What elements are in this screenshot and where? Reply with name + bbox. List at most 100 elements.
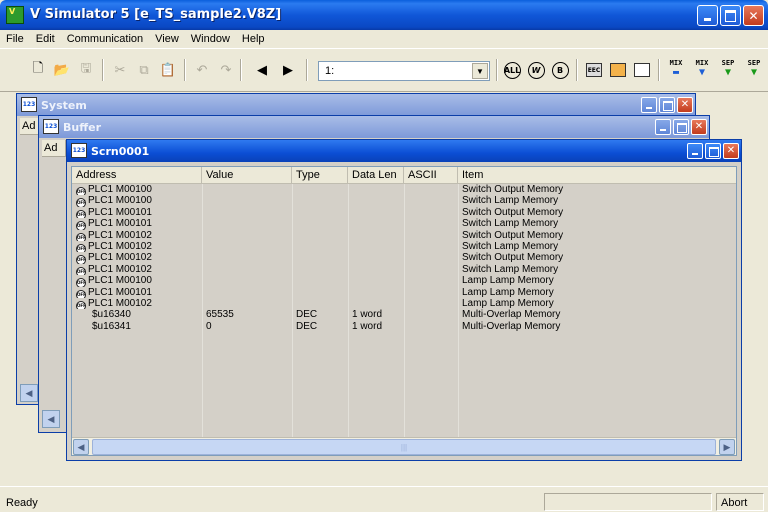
address-text: PLC1 M00102	[88, 263, 152, 275]
bit-off-icon: OFF	[76, 278, 86, 287]
cell-len	[348, 275, 404, 286]
cell-address: OFF PLC1 M00100	[72, 195, 202, 207]
previous-screen-icon[interactable]: ◀	[252, 60, 272, 80]
column-header-address[interactable]: Address	[72, 167, 202, 184]
menu-file[interactable]: File	[0, 30, 30, 48]
screen-select[interactable]: 1: ▼	[318, 61, 490, 81]
column-header-type[interactable]: Type	[292, 167, 348, 184]
table-row[interactable]: OFF PLC1 M00101 Lamp Lamp Memory	[72, 287, 736, 298]
scroll-left-icon[interactable]: ◀	[73, 439, 89, 455]
cell-address: OFF PLC1 M00102	[72, 241, 202, 253]
table-row[interactable]: OFF PLC1 M00100 Switch Output Memory	[72, 184, 736, 196]
cell-len	[348, 207, 404, 218]
menu-communication[interactable]: Communication	[61, 30, 149, 48]
maximize-button[interactable]	[720, 5, 741, 26]
list-header: Address Value Type Data Len ASCII Item	[72, 167, 736, 184]
scroll-right-icon[interactable]: ▶	[719, 439, 735, 455]
minimize-button[interactable]	[687, 143, 703, 159]
cell-ascii	[404, 195, 458, 206]
bit-off-icon: OFF	[76, 209, 86, 219]
table-row[interactable]: OFF PLC1 M00102 Switch Lamp Memory	[72, 240, 736, 253]
address-column-header[interactable]: Ad	[42, 140, 66, 157]
scroll-left-icon[interactable]: ◀	[20, 384, 38, 402]
cell-address: OFF PLC1 M00101	[72, 207, 202, 219]
restore-button[interactable]	[659, 97, 675, 113]
cell-type: DEC	[296, 320, 318, 332]
copy-icon[interactable]: ⧉	[134, 60, 154, 80]
restore-button[interactable]	[705, 143, 721, 159]
new-file-icon[interactable]: 🗋	[28, 60, 48, 80]
minimize-button[interactable]	[697, 5, 718, 26]
app-logo-icon: V	[6, 6, 24, 24]
sep-mode-button[interactable]: SEP ▼	[718, 59, 738, 78]
mix-mode-button[interactable]: MIX ▬	[666, 59, 686, 78]
table-row[interactable]: OFF PLC1 M00102 Switch Lamp Memory	[72, 263, 736, 276]
menu-help[interactable]: Help	[236, 30, 271, 48]
save-icon[interactable]: 🖫	[76, 60, 96, 80]
column-header-ascii[interactable]: ASCII	[404, 167, 458, 184]
scroll-thumb[interactable]: |||	[92, 439, 716, 455]
cell-ascii	[404, 287, 458, 298]
next-screen-icon[interactable]: ▶	[278, 60, 298, 80]
close-button[interactable]: ✕	[691, 119, 707, 135]
open-folder-icon[interactable]: 📂	[52, 60, 72, 80]
cell-item: Multi-Overlap Memory	[462, 320, 561, 332]
table-row[interactable]: OFF PLC1 M00101 Switch Output Memory	[72, 207, 736, 219]
cell-value	[202, 287, 292, 298]
table-row[interactable]: $u16341 0 DEC 1 word Multi-Overlap Memory	[72, 320, 736, 332]
scrn0001-window-title-bar[interactable]: 123 Scrn0001 ✕	[67, 140, 741, 162]
cell-type	[292, 230, 348, 241]
sep-mode-alt-button[interactable]: SEP ▼	[744, 59, 764, 78]
table-row[interactable]: OFF PLC1 M00102 Lamp Lamp Memory	[72, 298, 736, 310]
close-button[interactable]: ✕	[743, 5, 764, 26]
column-header-data-len[interactable]: Data Len	[348, 167, 404, 184]
minimize-button[interactable]	[641, 97, 657, 113]
close-button[interactable]: ✕	[723, 143, 739, 159]
restore-button[interactable]	[673, 119, 689, 135]
cell-item: Switch Lamp Memory	[462, 240, 559, 252]
scroll-left-icon[interactable]: ◀	[42, 410, 60, 428]
paste-icon[interactable]: 📋	[158, 60, 178, 80]
menu-window[interactable]: Window	[185, 30, 236, 48]
horizontal-scrollbar[interactable]: ◀ ||| ▶	[72, 437, 736, 455]
chevron-down-icon[interactable]: ▼	[472, 63, 488, 79]
cell-len	[348, 184, 404, 195]
minimize-button[interactable]	[655, 119, 671, 135]
cell-value	[202, 207, 292, 218]
table-row[interactable]: OFF PLC1 M00102 Switch Output Memory	[72, 252, 736, 264]
menu-edit[interactable]: Edit	[30, 30, 61, 48]
column-header-item[interactable]: Item	[458, 167, 736, 184]
bit-off-icon: OFF	[76, 243, 86, 253]
close-button[interactable]: ✕	[677, 97, 693, 113]
menu-view[interactable]: View	[149, 30, 185, 48]
table-row[interactable]: OFF PLC1 M00102 Switch Output Memory	[72, 230, 736, 241]
window-icon: 123	[21, 97, 37, 112]
cell-type	[292, 218, 348, 229]
window-icon: 123	[71, 143, 87, 158]
table-row[interactable]: OFF PLC1 M00100 Lamp Lamp Memory	[72, 275, 736, 287]
memory-list-view[interactable]: Address Value Type Data Len ASCII Item O…	[71, 166, 737, 456]
buffer-window-title-bar[interactable]: 123 Buffer ✕	[39, 116, 709, 138]
all-memory-button[interactable]: ALL	[502, 60, 522, 80]
word-memory-button[interactable]: W	[526, 60, 546, 80]
cell-address: OFF PLC1 M00102	[72, 263, 202, 276]
scrn0001-window[interactable]: 123 Scrn0001 ✕ Address Value Type Data L…	[66, 139, 742, 461]
display-monitor-icon[interactable]	[632, 60, 652, 80]
mix-mode-alt-button[interactable]: MIX ▼	[692, 59, 712, 78]
app-title-bar[interactable]: V V Simulator 5 [e_TS_sample2.V8Z] ✕	[0, 0, 768, 30]
menu-bar: File Edit Communication View Window Help	[0, 30, 768, 48]
cut-icon[interactable]: ✂	[110, 60, 130, 80]
bit-off-icon: OFF	[76, 300, 86, 310]
system-window-title-bar[interactable]: 123 System ✕	[17, 94, 695, 116]
bit-memory-button[interactable]: B	[550, 60, 570, 80]
table-row[interactable]: OFF PLC1 M00100 Switch Lamp Memory	[72, 195, 736, 207]
redo-icon[interactable]: ↷	[216, 60, 236, 80]
screen-monitor-icon[interactable]	[608, 60, 628, 80]
abort-status[interactable]: Abort	[716, 493, 764, 511]
table-row[interactable]: OFF PLC1 M00101 Switch Lamp Memory	[72, 218, 736, 230]
table-row[interactable]: $u16340 65535 DEC 1 word Multi-Overlap Memor…	[72, 309, 736, 320]
minimize-icon	[698, 6, 717, 25]
column-header-value[interactable]: Value	[202, 167, 292, 184]
monitor-icon[interactable]: EEC	[584, 60, 604, 80]
undo-icon[interactable]: ↶	[192, 60, 212, 80]
